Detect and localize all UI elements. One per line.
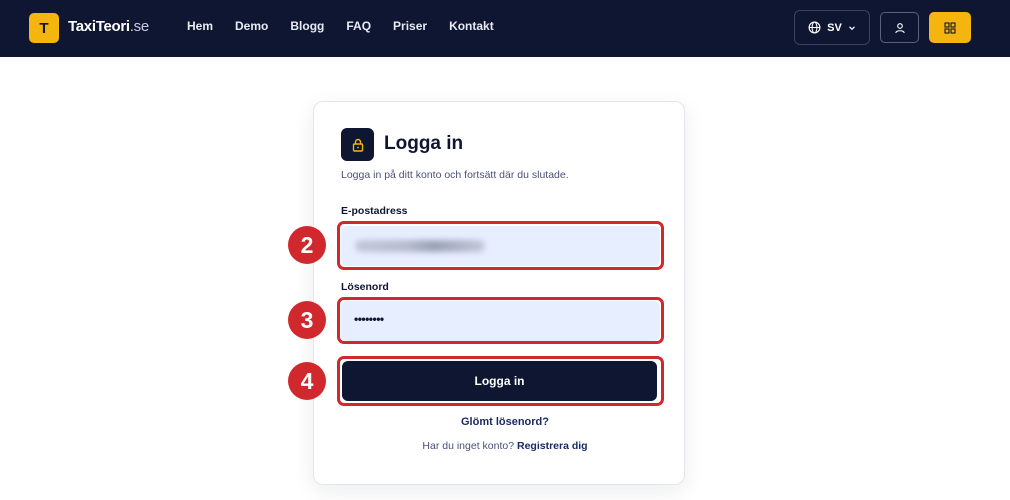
nav-link-faq[interactable]: FAQ bbox=[346, 19, 371, 33]
brand-tld: .se bbox=[129, 18, 149, 35]
nav-link-demo[interactable]: Demo bbox=[235, 19, 268, 33]
step-marker-4: 4 bbox=[288, 362, 326, 400]
main-nav: Hem Demo Blogg FAQ Priser Kontakt bbox=[187, 19, 516, 33]
step-marker-2: 2 bbox=[288, 226, 326, 264]
account-button[interactable] bbox=[880, 12, 919, 43]
email-label: E-postadress bbox=[341, 205, 408, 217]
top-navbar: T TaxiTeori.se Hem Demo Blogg FAQ Priser… bbox=[0, 0, 1010, 57]
password-field[interactable]: •••••••• bbox=[341, 301, 660, 341]
forgot-password-text[interactable]: Glömt lösenord? bbox=[461, 416, 549, 428]
grid-icon bbox=[944, 21, 956, 34]
brand-name[interactable]: TaxiTeori.se bbox=[68, 18, 149, 35]
chevron-down-icon bbox=[848, 25, 855, 30]
nav-link-blogg[interactable]: Blogg bbox=[290, 19, 324, 33]
language-label: SV bbox=[827, 21, 842, 34]
email-field[interactable] bbox=[341, 226, 660, 266]
password-label: Lösenord bbox=[341, 281, 389, 293]
register-line: Har du inget konto? Registrera dig bbox=[0, 440, 1010, 452]
password-value: •••••••• bbox=[354, 312, 384, 326]
nav-link-hem[interactable]: Hem bbox=[187, 19, 213, 33]
globe-icon bbox=[808, 21, 821, 34]
forgot-password-link[interactable]: Glömt lösenord? bbox=[0, 416, 1010, 428]
email-value-redacted bbox=[355, 240, 485, 252]
user-icon bbox=[894, 22, 905, 33]
login-title: Logga in bbox=[384, 133, 464, 154]
lock-icon bbox=[341, 128, 374, 161]
login-button[interactable]: Logga in bbox=[342, 361, 657, 401]
menu-button[interactable] bbox=[929, 12, 971, 43]
register-link[interactable]: Registrera dig bbox=[517, 440, 588, 452]
language-selector[interactable]: SV bbox=[794, 10, 870, 45]
no-account-text: Har du inget konto? bbox=[422, 440, 515, 452]
brand-name-text: TaxiTeori bbox=[68, 18, 130, 35]
nav-link-kontakt[interactable]: Kontakt bbox=[449, 19, 494, 33]
nav-link-priser[interactable]: Priser bbox=[393, 19, 427, 33]
step-marker-3: 3 bbox=[288, 301, 326, 339]
login-subtitle: Logga in på ditt konto och fortsätt där … bbox=[341, 169, 569, 181]
logo-icon[interactable]: T bbox=[29, 13, 59, 43]
